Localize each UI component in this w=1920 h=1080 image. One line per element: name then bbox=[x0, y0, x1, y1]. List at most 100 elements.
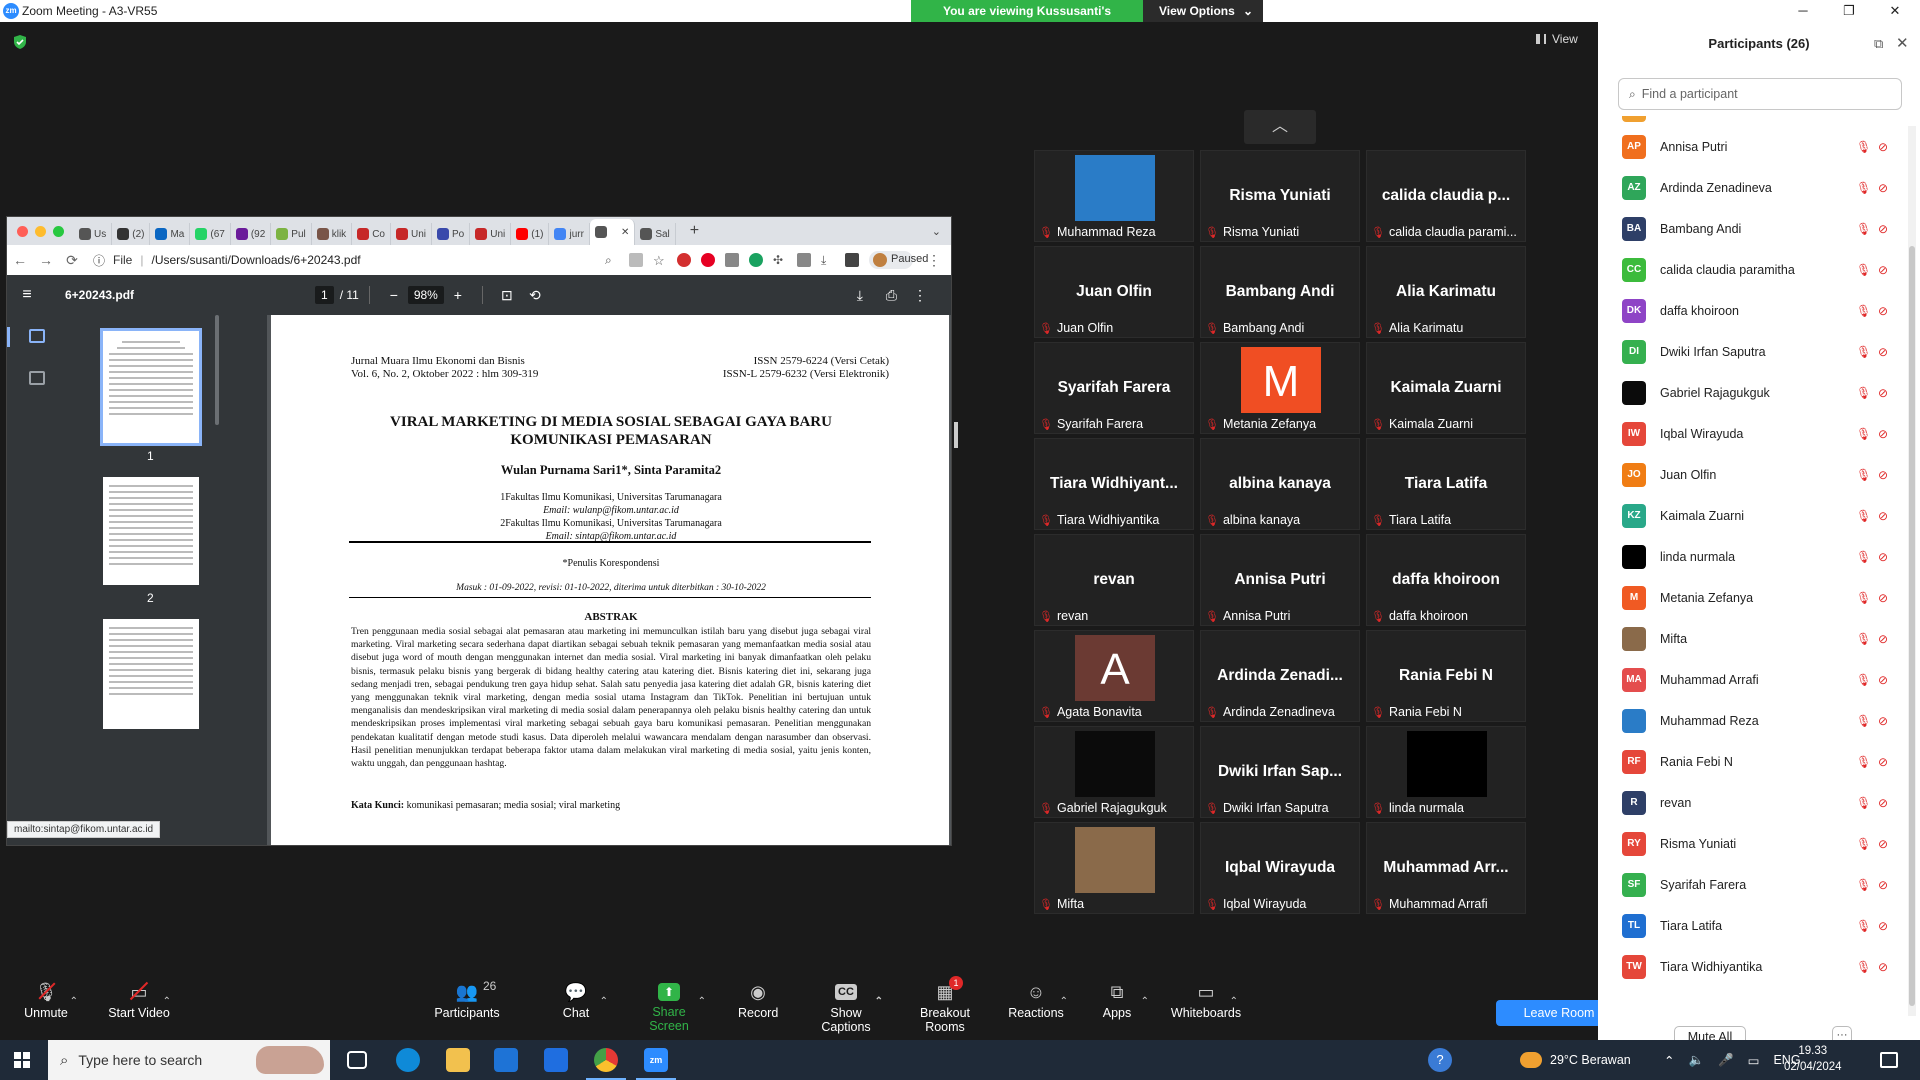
edge-browser-icon[interactable] bbox=[396, 1048, 420, 1072]
puzzle-icon[interactable]: ✣ bbox=[773, 253, 787, 267]
participant-row[interactable]: AZ Ardinda Zenadineva 🎙 ⊘ bbox=[1598, 167, 1908, 208]
extension-icon[interactable] bbox=[725, 253, 739, 267]
video-tile[interactable]: Tiara Widhiyant... 🎙 Tiara Widhiyantika bbox=[1034, 438, 1194, 530]
windows-start-icon[interactable] bbox=[14, 1052, 30, 1068]
participant-row[interactable]: IW Iqbal Wirayuda 🎙 ⊘ bbox=[1598, 413, 1908, 454]
weather-widget[interactable]: 29°C Berawan bbox=[1520, 1040, 1631, 1080]
page-thumbnail[interactable] bbox=[103, 477, 199, 585]
shared-screen[interactable]: Us (2) Ma (67 (92 Pul klik Co Uni Po Uni (1) jurr ✕ Sa… bbox=[6, 216, 952, 846]
share-options-caret-icon[interactable]: ⌃ bbox=[698, 993, 706, 1011]
mail-icon[interactable] bbox=[544, 1048, 568, 1072]
print-icon[interactable]: ⎙ bbox=[886, 287, 897, 304]
microphone-icon[interactable]: 🎤 bbox=[1718, 1053, 1734, 1068]
video-tile[interactable]: Dwiki Irfan Sap... 🎙 Dwiki Irfan Saputra bbox=[1200, 726, 1360, 818]
unmute-button[interactable]: 🎙⌃ Unmute bbox=[16, 972, 78, 1020]
participant-row[interactable]: RF Rania Febi N 🎙 ⊘ bbox=[1598, 741, 1908, 782]
share-icon[interactable] bbox=[629, 253, 643, 267]
browser-tab[interactable]: Sal bbox=[635, 223, 676, 245]
video-tile[interactable]: 🎙 linda nurmala bbox=[1366, 726, 1526, 818]
participant-search-input[interactable] bbox=[1641, 87, 1882, 101]
grammar-extension-icon[interactable] bbox=[749, 253, 763, 267]
rotate-icon[interactable]: ⟲ bbox=[521, 287, 549, 304]
audio-options-caret-icon[interactable]: ⌃ bbox=[70, 990, 78, 1014]
video-tile[interactable]: Tiara Latifa 🎙 Tiara Latifa bbox=[1366, 438, 1526, 530]
browser-tab[interactable]: Co bbox=[352, 223, 391, 245]
chat-button[interactable]: 💬 ⌃ Chat bbox=[556, 972, 608, 1020]
video-tile[interactable]: Iqbal Wirayuda 🎙 Iqbal Wirayuda bbox=[1200, 822, 1360, 914]
pdf-menu-icon[interactable]: ≡ bbox=[7, 286, 47, 304]
bookmark-star-icon[interactable]: ☆ bbox=[653, 253, 667, 268]
pdf-download-icon[interactable]: ⤓ bbox=[857, 287, 863, 304]
tray-chevron-icon[interactable]: ⌃ bbox=[1664, 1053, 1674, 1068]
view-button[interactable]: View bbox=[1536, 32, 1578, 46]
video-tile[interactable]: Ardinda Zenadi... 🎙 Ardinda Zenadineva bbox=[1200, 630, 1360, 722]
sidebar-scrollbar[interactable] bbox=[215, 315, 219, 425]
whiteboards-options-caret-icon[interactable]: ⌃ bbox=[1230, 990, 1238, 1014]
participant-row[interactable]: RY Risma Yuniati 🎙 ⊘ bbox=[1598, 823, 1908, 864]
help-icon[interactable]: ? bbox=[1428, 1048, 1452, 1072]
pdf-more-icon[interactable]: ⋮ bbox=[913, 287, 927, 304]
browser-tab[interactable]: jurr bbox=[549, 223, 590, 245]
participant-row[interactable]: Gabriel Rajagukguk 🎙 ⊘ bbox=[1598, 372, 1908, 413]
zoom-icon[interactable]: ⌕ bbox=[605, 253, 619, 267]
pinterest-extension-icon[interactable] bbox=[701, 253, 715, 267]
apps-options-caret-icon[interactable]: ⌃ bbox=[1141, 990, 1149, 1014]
profile-paused-button[interactable]: Paused bbox=[869, 251, 928, 269]
network-icon[interactable]: ▭ bbox=[1748, 1053, 1760, 1068]
page-thumbnail[interactable] bbox=[103, 619, 199, 729]
participant-row[interactable]: Muhammad Reza 🎙 ⊘ bbox=[1598, 700, 1908, 741]
forward-arrow-icon[interactable]: → bbox=[33, 252, 59, 268]
fit-page-icon[interactable]: ⊡ bbox=[493, 287, 521, 304]
page-thumbnail[interactable] bbox=[100, 328, 202, 446]
scrollbar-thumb[interactable] bbox=[1909, 246, 1915, 1006]
view-options-button[interactable]: View Options ⌄ bbox=[1143, 0, 1263, 22]
participant-row[interactable]: TW Tiara Widhiyantika 🎙 ⊘ bbox=[1598, 946, 1908, 987]
start-video-button[interactable]: ▭⌃ Start Video bbox=[104, 972, 174, 1020]
microsoft-store-icon[interactable] bbox=[494, 1048, 518, 1072]
task-view-icon[interactable] bbox=[347, 1051, 367, 1069]
zoom-in-icon[interactable]: + bbox=[444, 287, 472, 303]
whiteboards-button[interactable]: ▭ ⌃ Whiteboards bbox=[1170, 972, 1242, 1020]
adblock-extension-icon[interactable] bbox=[677, 253, 691, 267]
notification-icon[interactable] bbox=[1880, 1052, 1898, 1068]
browser-tab[interactable]: klik bbox=[312, 223, 353, 245]
participant-row[interactable]: MA Muhammad Arrafi 🎙 ⊘ bbox=[1598, 659, 1908, 700]
participant-row[interactable]: Rrevan 🎙 ⊘ bbox=[1598, 782, 1908, 823]
chrome-icon[interactable] bbox=[586, 1048, 626, 1080]
url-field[interactable]: ⓘ File | /Users/susanti/Downloads/6+2024… bbox=[93, 249, 361, 271]
video-options-caret-icon[interactable]: ⌃ bbox=[163, 990, 171, 1014]
record-button[interactable]: ◉ Record bbox=[738, 972, 778, 1020]
participant-row[interactable]: CC calida claudia paramitha 🎙 ⊘ bbox=[1598, 249, 1908, 290]
video-tile[interactable]: Kaimala Zuarni 🎙 Kaimala Zuarni bbox=[1366, 342, 1526, 434]
cast-icon[interactable] bbox=[797, 253, 811, 267]
video-tile[interactable]: Bambang Andi 🎙 Bambang Andi bbox=[1200, 246, 1360, 338]
browser-tab[interactable]: Po bbox=[432, 223, 471, 245]
video-tile[interactable]: Risma Yuniati 🎙 Risma Yuniati bbox=[1200, 150, 1360, 242]
chat-options-caret-icon[interactable]: ⌃ bbox=[600, 990, 608, 1014]
video-tile[interactable]: revan 🎙 revan bbox=[1034, 534, 1194, 626]
email-link[interactable]: Email: wulanp@fikom.untar.ac.id bbox=[543, 505, 679, 516]
video-tile[interactable]: M 🎙 Metania Zefanya bbox=[1200, 342, 1360, 434]
tab-search-chevron-icon[interactable]: ⌄ bbox=[932, 225, 941, 238]
participants-scrollbar[interactable] bbox=[1908, 126, 1916, 1016]
share-screen-button[interactable]: ⬆ ⌃ Share Screen bbox=[634, 972, 706, 1033]
browser-tab[interactable]: Pul bbox=[271, 223, 312, 245]
encryption-shield-icon[interactable] bbox=[12, 34, 28, 50]
participants-button[interactable]: 👥 26 Participants bbox=[432, 972, 502, 1020]
zoom-taskbar-icon[interactable]: zm bbox=[636, 1048, 676, 1080]
sidepanel-icon[interactable] bbox=[845, 253, 859, 267]
taskbar-search-box[interactable]: ⌕ Type here to search bbox=[48, 1040, 330, 1080]
participant-row[interactable]: M Metania Zefanya 🎙 ⊘ bbox=[1598, 577, 1908, 618]
close-panel-icon[interactable]: ✕ bbox=[1896, 34, 1909, 52]
taskbar-clock[interactable]: 19.33 02/04/2024 bbox=[1784, 1043, 1842, 1075]
participant-row[interactable]: JO Juan Olfin 🎙 ⊘ bbox=[1598, 454, 1908, 495]
participant-row[interactable]: AP Annisa Putri 🎙 ⊘ bbox=[1598, 126, 1908, 167]
browser-tab[interactable]: (92 bbox=[231, 223, 272, 245]
participant-row[interactable]: KZ Kaimala Zuarni 🎙 ⊘ bbox=[1598, 495, 1908, 536]
close-tab-icon[interactable]: ✕ bbox=[621, 227, 629, 238]
thumbnails-view-icon[interactable] bbox=[29, 329, 45, 343]
back-arrow-icon[interactable]: ← bbox=[7, 252, 33, 268]
breakout-rooms-button[interactable]: ▦ 1 Breakout Rooms bbox=[900, 972, 990, 1034]
video-tile[interactable]: Muhammad Arr... 🎙 Muhammad Arrafi bbox=[1366, 822, 1526, 914]
video-tile[interactable]: 🎙 Gabriel Rajagukguk bbox=[1034, 726, 1194, 818]
